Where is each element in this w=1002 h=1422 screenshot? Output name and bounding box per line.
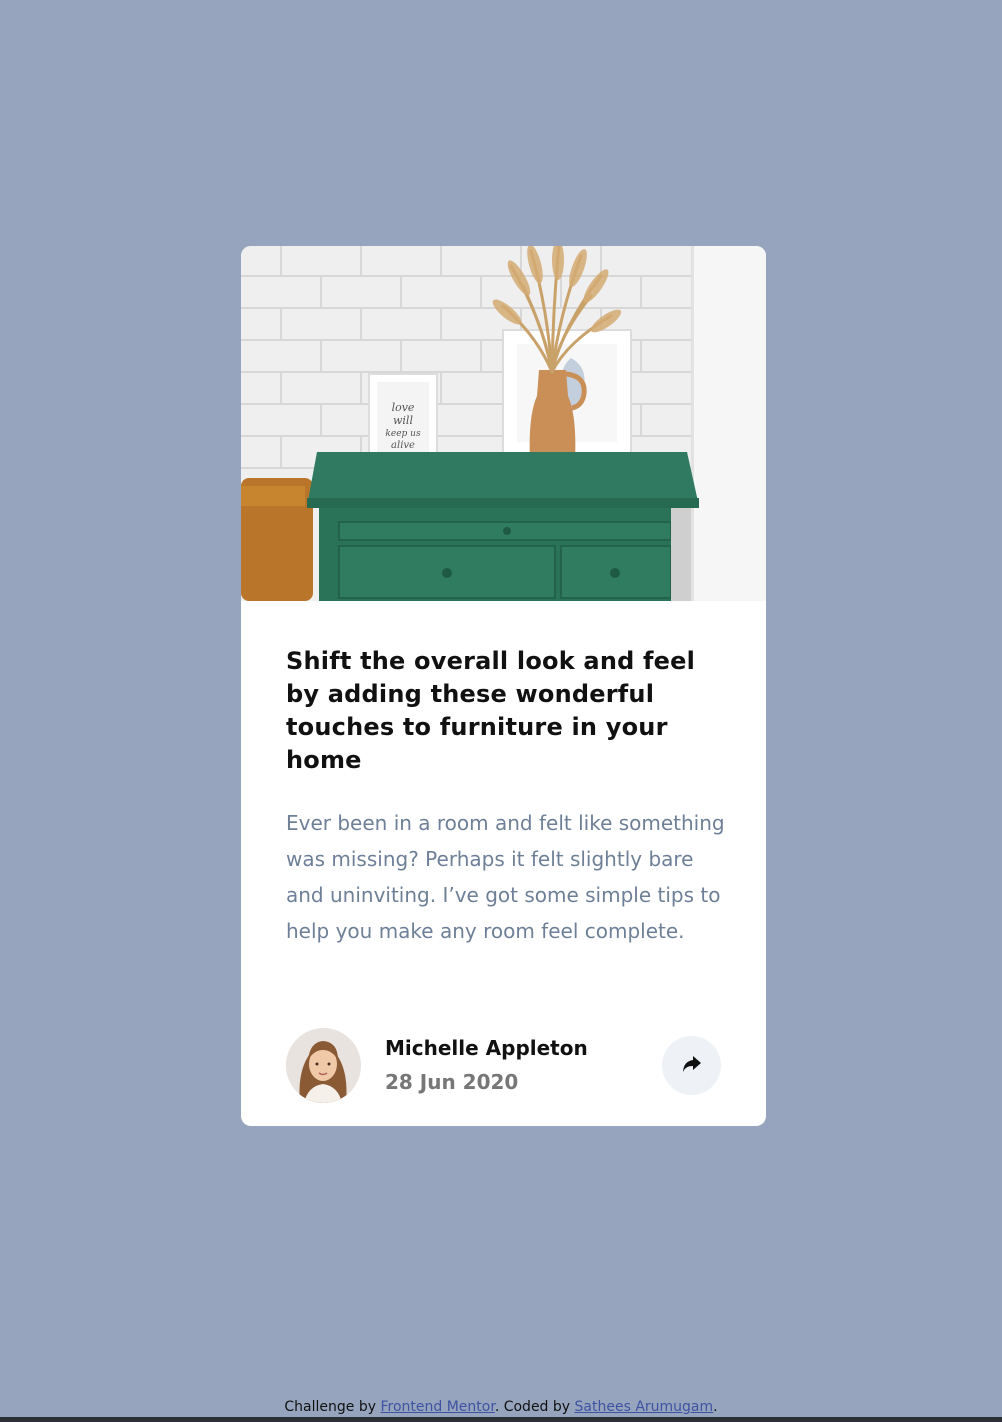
card-content: Shift the overall look and feel by addin… [286, 601, 726, 949]
share-button[interactable] [662, 1036, 721, 1095]
article-title[interactable]: Shift the overall look and feel by addin… [286, 645, 726, 777]
article-preview-card: love will keep us alive Shift the overal… [241, 246, 766, 1126]
svg-text:keep us: keep us [385, 429, 421, 439]
avatar [286, 1028, 361, 1103]
share-icon [682, 1055, 702, 1076]
attribution: Challenge by Frontend Mentor. Coded by S… [0, 1397, 1002, 1417]
hero-image: love will keep us alive [241, 246, 766, 601]
svg-text:will: will [393, 414, 413, 427]
attribution-prefix: Challenge by [284, 1399, 381, 1415]
frontend-mentor-link[interactable]: Frontend Mentor [380, 1399, 494, 1415]
article-description: Ever been in a room and felt like someth… [286, 811, 725, 943]
publish-date: 28 Jun 2020 [385, 1070, 519, 1094]
author-name: Michelle Appleton [385, 1036, 588, 1060]
svg-text:alive: alive [391, 440, 415, 451]
card-footer: Michelle Appleton 28 Jun 2020 [286, 1028, 721, 1103]
author-link[interactable]: Sathees Arumugam [575, 1399, 714, 1415]
attribution-suffix: . [713, 1399, 718, 1415]
attribution-middle: . Coded by [494, 1399, 575, 1415]
svg-text:love: love [392, 401, 415, 414]
bottom-bar [0, 1417, 1002, 1422]
